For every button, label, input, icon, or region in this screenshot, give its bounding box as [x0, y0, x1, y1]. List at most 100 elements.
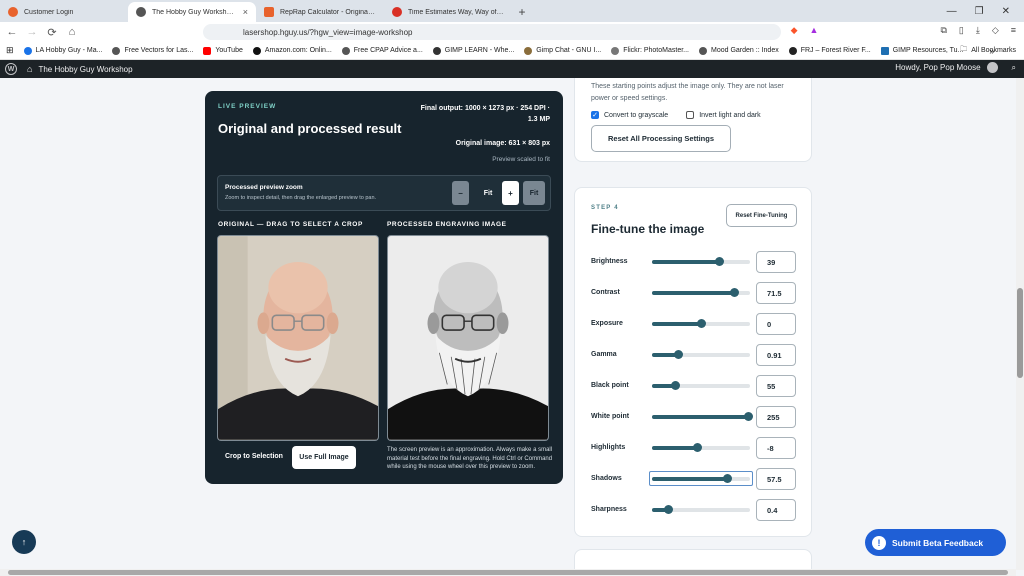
- reset-fine-tuning-button[interactable]: Reset Fine-Tuning: [726, 204, 797, 227]
- new-tab-button[interactable]: +: [512, 2, 532, 22]
- bookmark-amazon[interactable]: Amazon.com: Onlin...: [252, 46, 332, 55]
- vertical-scrollbar[interactable]: [1016, 78, 1024, 570]
- slider-track[interactable]: [652, 412, 754, 421]
- bookmark-frj[interactable]: FRJ – Forest River F...: [788, 46, 871, 55]
- scrollbar-thumb[interactable]: [8, 570, 1008, 575]
- bookmark-gimp-resources[interactable]: GIMP Resources, Tu...: [880, 46, 964, 55]
- wordpress-logo-icon[interactable]: W: [5, 63, 17, 75]
- slider-value-input[interactable]: -8: [756, 437, 796, 459]
- zoom-title: Processed preview zoom: [225, 184, 303, 191]
- grayscale-option[interactable]: ✓ Convert to grayscale: [591, 111, 668, 119]
- search-icon[interactable]: ⌕: [1012, 63, 1016, 73]
- tab-customer-login[interactable]: Customer Login: [0, 2, 128, 22]
- invert-label: Invert light and dark: [699, 111, 761, 119]
- brave-shield-icon[interactable]: ◆: [791, 25, 798, 36]
- slider-value-input[interactable]: 55: [756, 375, 796, 397]
- account-menu[interactable]: Howdy, Pop Pop Moose ⌕: [895, 62, 1016, 73]
- slider-track[interactable]: [652, 288, 750, 297]
- bookmark-free-vectors[interactable]: Free Vectors for Las...: [112, 46, 194, 55]
- fine-tune-card: STEP 4 Fine-tune the image Reset Fine-Tu…: [574, 187, 812, 537]
- slider-thumb[interactable]: [670, 381, 680, 390]
- slider-value-input[interactable]: 57.5: [756, 468, 796, 490]
- slider-thumb[interactable]: [730, 288, 740, 297]
- bookmark-la-hobby-guy[interactable]: LA Hobby Guy - Ma...: [23, 46, 102, 55]
- slider-thumb[interactable]: [714, 257, 724, 266]
- slider-label: White point: [591, 413, 630, 420]
- all-bookmarks-label: All Bookmarks: [971, 47, 1016, 54]
- bookmark-flickr[interactable]: Flickr: PhotoMaster...: [611, 46, 689, 55]
- submit-beta-feedback-button[interactable]: ! Submit Beta Feedback: [865, 529, 1006, 556]
- tab-reprap-calculator[interactable]: RepRap Calculator - Original Prusa 3...: [256, 2, 384, 22]
- bookmark-favicon-icon: [341, 46, 350, 55]
- close-tab-icon[interactable]: ×: [243, 7, 248, 17]
- tab-favicon-icon: [8, 7, 18, 17]
- slider-track[interactable]: [652, 319, 750, 328]
- scroll-to-top-button[interactable]: ↑: [12, 530, 36, 554]
- tab-favicon-icon: [136, 7, 146, 17]
- slider-value-input[interactable]: 71.5: [756, 282, 796, 304]
- bookmark-youtube[interactable]: YouTube: [203, 46, 243, 55]
- wallet-icon[interactable]: ◇: [992, 25, 999, 36]
- slider-thumb[interactable]: [674, 350, 684, 359]
- slider-thumb[interactable]: [697, 319, 706, 328]
- tab-time-estimates[interactable]: Time Estimates Way, Way off. No oth...: [384, 2, 512, 22]
- menu-icon[interactable]: ≡: [1011, 25, 1016, 36]
- zoom-fit-button[interactable]: Fit: [523, 181, 545, 205]
- invert-checkbox[interactable]: [686, 111, 695, 119]
- slider-value-input[interactable]: 255: [756, 406, 796, 428]
- invert-option[interactable]: Invert light and dark: [686, 111, 761, 119]
- slider-label: Black point: [591, 382, 629, 389]
- slider-track[interactable]: [652, 505, 750, 514]
- maximize-icon[interactable]: ❐: [975, 6, 984, 17]
- sidebar-icon[interactable]: ▯: [959, 25, 964, 36]
- processed-image-preview[interactable]: [387, 235, 549, 441]
- back-icon[interactable]: ←: [4, 26, 20, 38]
- slider-track[interactable]: [652, 443, 750, 452]
- slider-value-input[interactable]: 0.4: [756, 499, 796, 521]
- slider-value-input[interactable]: 0: [756, 313, 796, 335]
- scrollbar-thumb[interactable]: [1017, 288, 1023, 378]
- crop-to-selection-button[interactable]: Crop to Selection: [225, 453, 283, 460]
- grayscale-checkbox[interactable]: ✓: [591, 111, 599, 119]
- slider-track[interactable]: [652, 474, 750, 483]
- toolbar-icons: ◆ ▲ ⧉ ▯ ⤓ ◇ ≡: [791, 25, 1016, 36]
- all-bookmarks-button[interactable]: 🗀 All Bookmarks: [960, 45, 1016, 56]
- slider-track[interactable]: [652, 381, 750, 390]
- slider-thumb[interactable]: [663, 505, 673, 514]
- forward-icon[interactable]: →: [24, 26, 40, 38]
- bookmark-cpap[interactable]: Free CPAP Advice a...: [341, 46, 423, 55]
- slider-value-input[interactable]: 0.91: [756, 344, 796, 366]
- zoom-in-button[interactable]: +: [502, 181, 519, 205]
- slider-track[interactable]: [652, 257, 750, 266]
- home-icon[interactable]: ⌂: [64, 26, 80, 38]
- greeting-text: Howdy, Pop Pop Moose: [895, 63, 981, 72]
- close-window-icon[interactable]: ✕: [1002, 6, 1010, 17]
- tab-hobby-guy-workshop[interactable]: The Hobby Guy Workshop – Ima... ×: [128, 2, 256, 22]
- site-name-link[interactable]: The Hobby Guy Workshop: [38, 65, 132, 74]
- slider-thumb[interactable]: [693, 443, 703, 452]
- wp-admin-bar: W ⌂ The Hobby Guy Workshop Howdy, Pop Po…: [0, 60, 1024, 78]
- extensions-icon[interactable]: ⧉: [940, 25, 946, 36]
- bookmark-gimp-chat[interactable]: Gimp Chat - GNU I...: [524, 46, 601, 55]
- slider-value-input[interactable]: 39: [756, 251, 796, 273]
- apps-icon[interactable]: ⊞: [6, 45, 14, 56]
- bookmarks-bar: ⊞ LA Hobby Guy - Ma... Free Vectors for …: [0, 42, 1024, 60]
- horizontal-scrollbar[interactable]: [0, 569, 1016, 576]
- use-full-image-button[interactable]: Use Full Image: [292, 446, 356, 469]
- bookmark-gimp-learn[interactable]: GIMP LEARN - Whe...: [432, 46, 514, 55]
- bookmark-mood-garden[interactable]: Mood Garden :: Index: [699, 46, 779, 55]
- reset-all-processing-button[interactable]: Reset All Processing Settings: [591, 125, 731, 152]
- reload-icon[interactable]: ⟳: [44, 26, 60, 39]
- minimize-icon[interactable]: —: [947, 6, 957, 17]
- rewards-icon[interactable]: ▲: [810, 25, 819, 36]
- downloads-icon[interactable]: ⤓: [976, 25, 980, 36]
- bookmark-label: GIMP Resources, Tu...: [892, 47, 964, 54]
- scaled-note: Preview scaled to fit: [492, 156, 550, 163]
- url-field[interactable]: lasershop.hguy.us/?hgw_view=image-worksh…: [203, 24, 781, 40]
- original-image-crop-area[interactable]: [217, 235, 379, 441]
- flickr-icon: [611, 46, 620, 55]
- zoom-out-button[interactable]: −: [452, 181, 469, 205]
- slider-thumb[interactable]: [744, 412, 754, 421]
- bookmark-label: Free Vectors for Las...: [124, 47, 194, 54]
- slider-track[interactable]: [652, 350, 750, 359]
